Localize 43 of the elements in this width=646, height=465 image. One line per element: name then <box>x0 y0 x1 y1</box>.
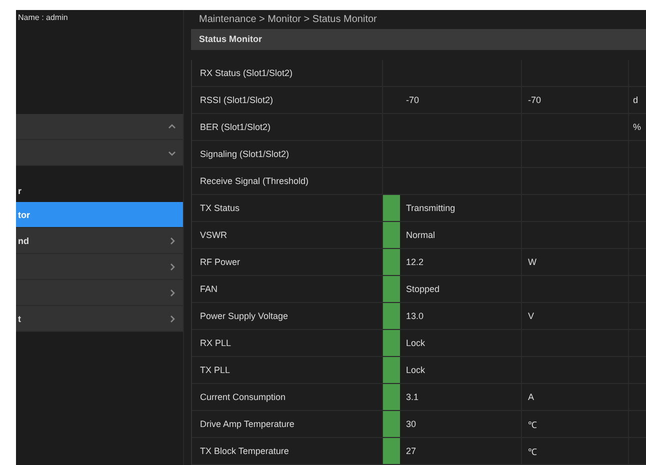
value-text: 3.1 <box>406 392 419 402</box>
breadcrumb: Maintenance > Monitor > Status Monitor <box>199 14 377 25</box>
menu-item[interactable]: nd <box>16 228 183 254</box>
menu-item[interactable] <box>16 140 183 166</box>
value-text: 13.0 <box>406 311 424 321</box>
value-text: ℃ <box>528 446 537 458</box>
value-text: V <box>528 311 534 321</box>
value-text: -70 <box>406 95 420 105</box>
value-text: W <box>528 257 536 267</box>
value-text: 30 <box>406 419 416 429</box>
value-text: A <box>528 392 534 402</box>
row-label: Power Supply Voltage <box>200 311 288 321</box>
value-text: 27 <box>406 446 416 456</box>
value-text: d <box>633 95 638 105</box>
value-text: Lock <box>406 338 426 348</box>
menu-item[interactable] <box>16 254 183 280</box>
row-label: RX Status (Slot1/Slot2) <box>200 68 293 78</box>
row-label: RSSI (Slot1/Slot2) <box>200 95 274 105</box>
value-text: -70 <box>528 95 542 105</box>
value-text: Normal <box>406 230 436 240</box>
menu-item[interactable]: t <box>16 306 183 332</box>
row-label: FAN <box>200 284 218 294</box>
row-label: TX Status <box>200 203 240 213</box>
row-label: Receive Signal (Threshold) <box>200 176 309 186</box>
menu-item[interactable] <box>16 114 183 140</box>
row-label: VSWR <box>200 230 227 240</box>
row-label: BER (Slot1/Slot2) <box>200 122 271 132</box>
value-text: Lock <box>406 365 426 375</box>
value-text: % <box>633 122 642 132</box>
row-label: Drive Amp Temperature <box>200 419 294 429</box>
value-text: Stopped <box>406 284 440 294</box>
row-label: RX PLL <box>200 338 232 348</box>
user-name: Name : admin <box>18 13 68 22</box>
row-label: Signaling (Slot1/Slot2) <box>200 149 290 159</box>
value-text: Transmitting <box>406 203 456 213</box>
panel-header: Status Monitor <box>191 28 646 50</box>
value-text: 12.2 <box>406 257 424 267</box>
menu-item[interactable] <box>16 280 183 306</box>
row-label: Current Consumption <box>200 392 286 402</box>
row-label: RF Power <box>200 257 240 267</box>
row-label: TX PLL <box>200 365 230 375</box>
row-label: TX Block Temperature <box>200 446 289 456</box>
value-text: ℃ <box>528 418 537 430</box>
